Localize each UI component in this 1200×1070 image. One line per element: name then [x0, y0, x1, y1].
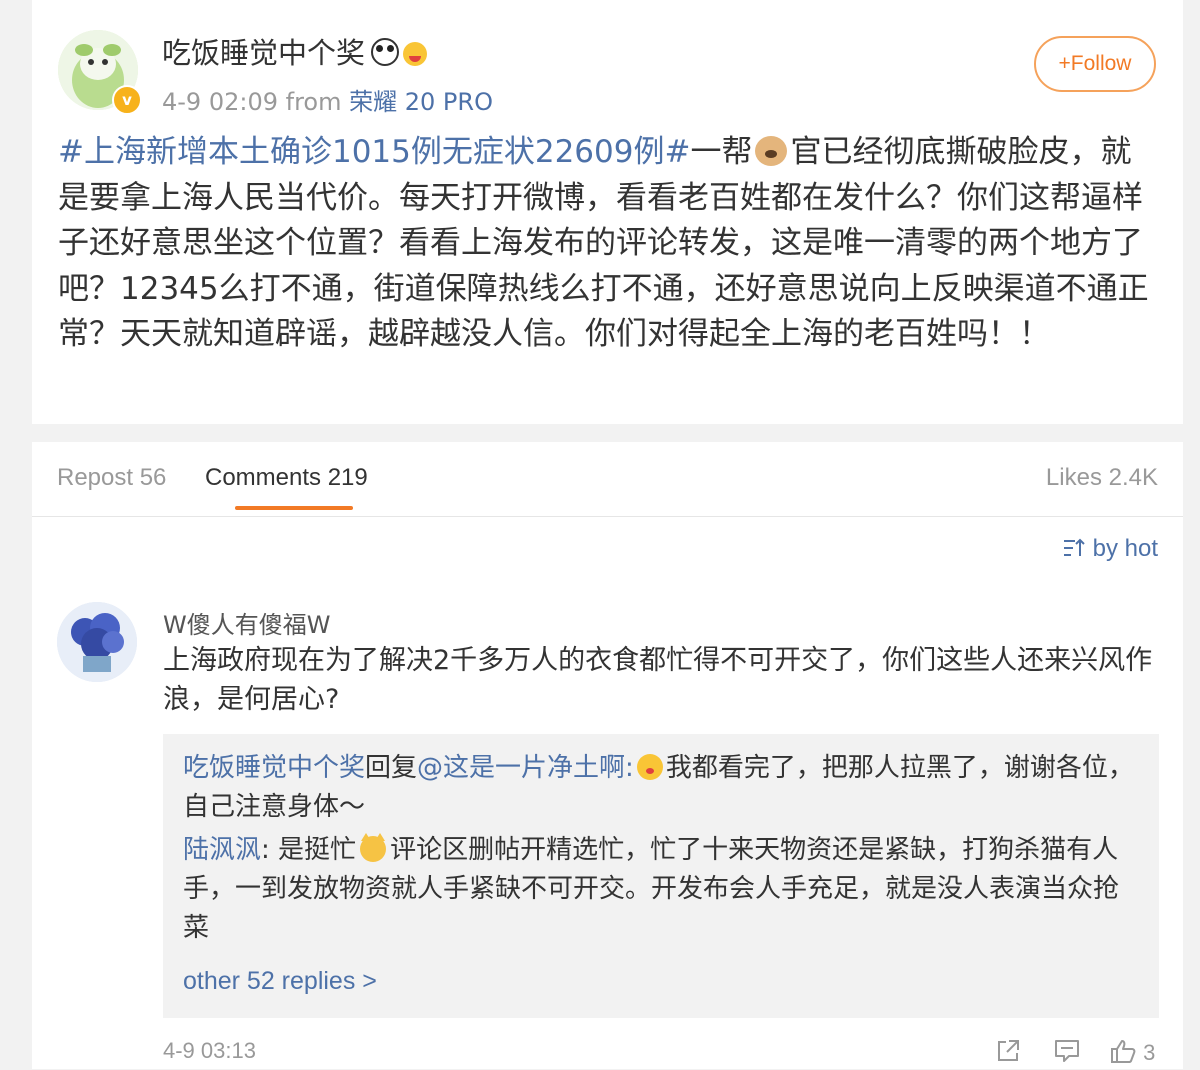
reply-author[interactable]: 陆沨沨	[183, 835, 261, 865]
share-button[interactable]	[995, 1038, 1021, 1066]
panda-emoji-icon	[371, 38, 400, 66]
dog-emoji-icon	[755, 136, 788, 166]
author-name-text[interactable]: 吃饭睡觉中个奖	[162, 36, 365, 70]
cat-emoji-icon	[360, 833, 387, 862]
sort-label[interactable]: by hot	[1093, 535, 1158, 562]
reply-colon: :	[625, 753, 634, 783]
comment-time: 4-9 03:13	[163, 1038, 256, 1063]
like-count: 3	[1143, 1040, 1156, 1065]
author-name[interactable]: 吃饭睡觉中个奖	[162, 30, 428, 72]
reply-item: 吃饭睡觉中个奖回复@这是一片净土啊: 我都看完了，把那人拉黑了，谢谢各位，自己注意…	[183, 749, 1143, 827]
reply-mention[interactable]: @这是一片净土啊	[417, 753, 625, 783]
tab-repost[interactable]: Repost 56	[57, 464, 166, 492]
comments-card: Repost 56 Comments 219 Likes 2.4K by hot…	[32, 442, 1183, 1069]
sort-icon	[1063, 538, 1085, 556]
comment-text: 上海政府现在为了解决2千多万人的衣食都忙得不可开交了，你们这些人还来兴风作浪，是…	[163, 645, 1153, 715]
sort-by-hot-button[interactable]: by hot	[1063, 535, 1158, 563]
reply-word: 回复	[365, 753, 418, 783]
from-label: from	[285, 88, 342, 116]
post-meta: 4-9 02:09 from 荣耀 20 PRO	[162, 82, 493, 117]
reply-text-part1: 是挺忙	[278, 835, 357, 865]
post-time: 4-9 02:09	[162, 88, 278, 116]
reply-button[interactable]	[1053, 1038, 1081, 1066]
like-button[interactable]: 3	[1109, 1038, 1155, 1066]
post-tabs: Repost 56 Comments 219 Likes 2.4K	[32, 442, 1183, 517]
more-replies-link[interactable]: other 52 replies >	[183, 967, 377, 996]
share-icon	[998, 1040, 1019, 1061]
comment-icon	[1055, 1040, 1079, 1062]
tab-likes[interactable]: Likes 2.4K	[1046, 464, 1158, 492]
commenter-name[interactable]: W傻人有傻福W	[163, 605, 330, 640]
replies-box[interactable]: 吃饭睡觉中个奖回复@这是一片净土啊: 我都看完了，把那人拉黑了，谢谢各位，自己注意…	[163, 734, 1159, 1018]
follow-button[interactable]: +Follow	[1034, 36, 1156, 92]
kiss-emoji-icon	[636, 754, 663, 780]
verified-badge-icon: v	[112, 85, 142, 115]
post-device[interactable]: 荣耀 20 PRO	[349, 88, 493, 116]
tab-comments[interactable]: Comments 219	[205, 464, 368, 492]
party-face-emoji-icon	[403, 42, 428, 66]
post-body: #上海新增本土确诊1015例无症状22609例#一帮 官已经彻底撕破脸皮，就是要拿…	[58, 130, 1158, 358]
reply-author[interactable]: 吃饭睡觉中个奖	[183, 753, 365, 783]
post-text-part1: 一帮	[690, 134, 753, 170]
reply-colon: :	[261, 835, 279, 865]
post-card: v 吃饭睡觉中个奖 4-9 02:09 from 荣耀 20 PRO +Foll…	[32, 0, 1183, 424]
commenter-avatar[interactable]	[57, 602, 137, 682]
active-tab-indicator	[235, 506, 353, 510]
post-hashtag[interactable]: #上海新增本土确诊1015例无症状22609例#	[58, 134, 690, 170]
reply-item: 陆沨沨: 是挺忙 评论区删帖开精选忙，忙了十来天物资还是紧缺，打狗杀猫有人手，一到…	[183, 831, 1143, 948]
thumbs-up-icon	[1111, 1040, 1136, 1063]
